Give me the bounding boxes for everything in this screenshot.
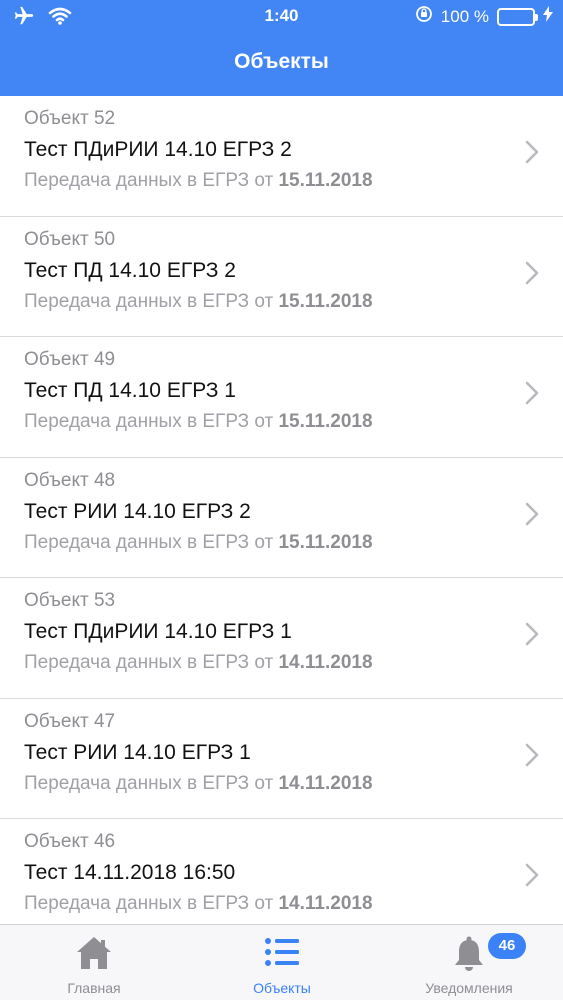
object-number: Объект 47 (24, 710, 116, 732)
transfer-info: Передача данных в ЕГРЗ от 14.11.2018 (24, 893, 373, 915)
object-number: Объект 53 (24, 590, 116, 611)
tab-home[interactable]: Главная (38, 925, 150, 1000)
transfer-text: Передача данных в ЕГРЗ от (24, 170, 274, 191)
transfer-date: 14.11.2018 (278, 893, 373, 914)
header: 1:40 100 % Объекты (0, 0, 563, 96)
object-name: Тест ПД 14.10 ЕГРЗ 1 (24, 379, 236, 402)
object-name: Тест 14.11.2018 16:50 (24, 861, 236, 884)
tab-objects[interactable]: Объекты (226, 925, 338, 1000)
tab-objects-label: Объекты (253, 980, 311, 996)
list-item[interactable]: Объект 48 Тест РИИ 14.10 ЕГРЗ 2 Передача д… (0, 457, 563, 578)
transfer-date: 15.11.2018 (278, 411, 373, 432)
chevron-right-icon (521, 741, 543, 769)
status-bar: 1:40 100 % (0, 0, 563, 32)
transfer-text: Передача данных в ЕГРЗ от (24, 531, 274, 553)
chevron-right-icon (521, 379, 543, 407)
tab-bar: Главная Объекты Уведомления 46 (0, 924, 563, 1000)
home-icon (75, 935, 113, 976)
battery-percent: 100 % (440, 6, 489, 26)
chevron-right-icon (521, 500, 543, 528)
transfer-date: 15.11.2018 (278, 290, 373, 312)
status-right: 100 % (415, 5, 553, 28)
list-item[interactable]: Объект 52 Тест ПДиРИИ 14.10 ЕГРЗ 2 Передач… (0, 96, 563, 217)
list-item[interactable]: Объект 49 Тест ПД 14.10 ЕГРЗ 1 Передача да… (0, 337, 563, 458)
transfer-info: Передача данных в ЕГРЗ от 15.11.2018 (24, 170, 373, 192)
transfer-text: Передача данных в ЕГРЗ от (24, 893, 274, 914)
transfer-text: Передача данных в ЕГРЗ от (24, 290, 274, 312)
object-number: Объект 48 (24, 469, 116, 491)
transfer-info: Передача данных в ЕГРЗ от 14.11.2018 (24, 773, 373, 795)
object-number: Объект 52 (24, 108, 116, 129)
chevron-right-icon (521, 259, 543, 287)
list-item[interactable]: Объект 46 Тест 14.11.2018 16:50 Передача д… (0, 819, 563, 924)
objects-list: Объект 52 Тест ПДиРИИ 14.10 ЕГРЗ 2 Передач… (0, 96, 563, 924)
page-title: Объекты (234, 50, 329, 73)
charging-icon (543, 6, 553, 27)
object-name: Тест РИИ 14.10 ЕГРЗ 2 (24, 499, 251, 523)
notifications-badge: 46 (488, 933, 526, 959)
list-item[interactable]: Объект 47 Тест РИИ 14.10 ЕГРЗ 1 Передача д… (0, 698, 563, 819)
transfer-date: 15.11.2018 (278, 531, 373, 553)
list-item[interactable]: Объект 50 Тест ПД 14.10 ЕГРЗ 2 Передача да… (0, 216, 563, 337)
transfer-text: Передача данных в ЕГРЗ от (24, 411, 274, 432)
orientation-lock-icon (415, 5, 433, 28)
chevron-right-icon (521, 861, 543, 889)
transfer-date: 14.11.2018 (278, 652, 373, 673)
transfer-info: Передача данных в ЕГРЗ от 14.11.2018 (24, 652, 373, 674)
transfer-date: 14.11.2018 (278, 772, 373, 794)
object-number: Объект 49 (24, 349, 116, 370)
list-item[interactable]: Объект 53 Тест ПДиРИИ 14.10 ЕГРЗ 1 Передач… (0, 578, 563, 699)
chevron-right-icon (521, 620, 543, 648)
transfer-text: Передача данных в ЕГРЗ от (24, 772, 274, 794)
object-name: Тест РИИ 14.10 ЕГРЗ 1 (24, 740, 251, 764)
object-number: Объект 50 (24, 228, 116, 250)
tab-home-label: Главная (67, 980, 121, 996)
transfer-date: 15.11.2018 (278, 170, 373, 191)
transfer-info: Передача данных в ЕГРЗ от 15.11.2018 (24, 532, 373, 554)
transfer-text: Передача данных в ЕГРЗ от (24, 652, 274, 673)
bell-icon (452, 935, 486, 978)
object-name: Тест ПДиРИИ 14.10 ЕГРЗ 2 (24, 138, 292, 161)
object-name: Тест ПДиРИИ 14.10 ЕГРЗ 1 (24, 620, 292, 643)
battery-icon (497, 7, 538, 26)
object-name: Тест ПД 14.10 ЕГРЗ 2 (24, 258, 236, 282)
object-number: Объект 46 (24, 831, 116, 852)
tab-notifications-label: Уведомления (425, 980, 513, 996)
transfer-info: Передача данных в ЕГРЗ от 15.11.2018 (24, 411, 373, 433)
list-icon (263, 935, 301, 974)
chevron-right-icon (521, 138, 543, 166)
transfer-info: Передача данных в ЕГРЗ от 15.11.2018 (24, 291, 373, 313)
